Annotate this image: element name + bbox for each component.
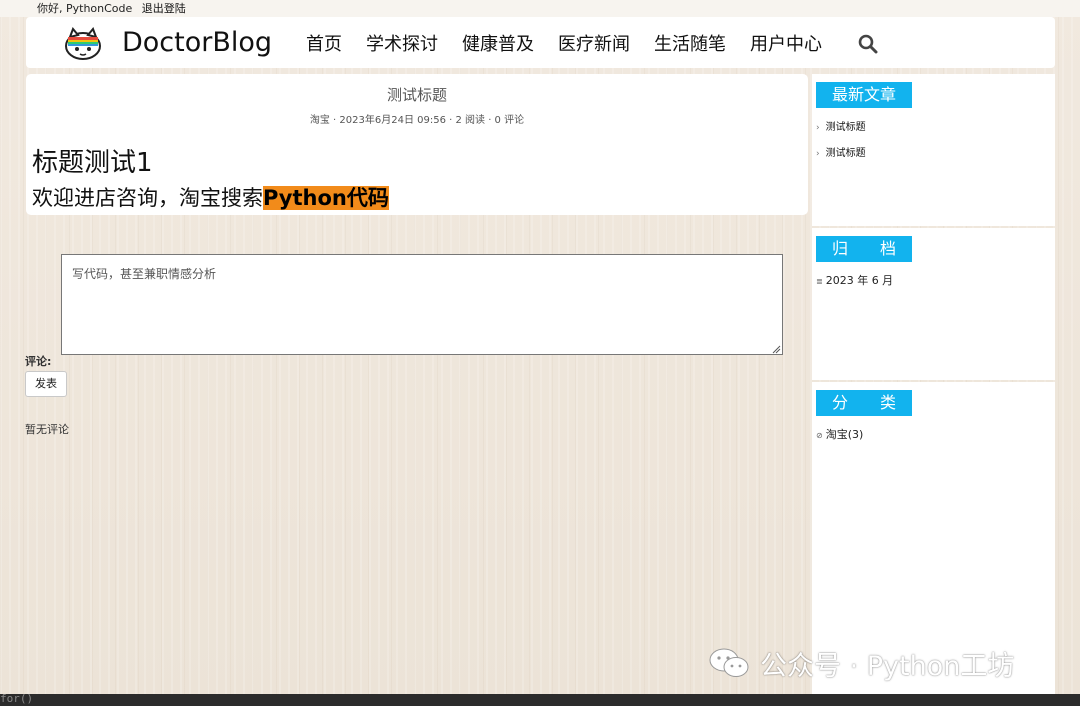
main-navbar: DoctorBlog 首页 学术探讨 健康普及 医疗新闻 生活随笔 用户中心 (26, 17, 1055, 68)
nav-item-news[interactable]: 医疗新闻 (558, 30, 630, 56)
archive-item[interactable]: ≣ 2023 年 6 月 (816, 272, 893, 288)
site-logo-icon[interactable] (64, 25, 102, 63)
nav-item-academic[interactable]: 学术探讨 (366, 30, 438, 56)
nav-item-home[interactable]: 首页 (306, 30, 342, 56)
article-meta: 淘宝 · 2023年6月24日 09:56 · 2 阅读 · 0 评论 (309, 115, 525, 126)
sidebar-category-title: 分 类 (816, 390, 912, 416)
sidebar-latest-title: 最新文章 (816, 82, 912, 108)
latest-article-label: 测试标题 (825, 148, 866, 159)
latest-article-item[interactable]: › 测试标题 (816, 144, 1046, 170)
watermark: 公众号 · Python工坊 (708, 645, 1015, 682)
resize-grip-icon[interactable] (771, 343, 781, 354)
category-item-label: 淘宝(3) (825, 428, 864, 441)
article-heading-1: 标题测试1 (32, 148, 153, 178)
top-user-bar: 你好, PythonCode 退出登陆 (0, 0, 1080, 17)
article-card: 测试标题 淘宝 · 2023年6月24日 09:56 · 2 阅读 · 0 评论… (26, 74, 808, 215)
category-item[interactable]: ⊘ 淘宝(3) (816, 426, 863, 442)
greeting-text: 你好, PythonCode (37, 2, 133, 15)
latest-article-item[interactable]: › 测试标题 (816, 118, 1046, 144)
nav-menu: 首页 学术探讨 健康普及 医疗新闻 生活随笔 用户中心 (306, 17, 846, 68)
nav-item-life[interactable]: 生活随笔 (654, 30, 726, 56)
article-title: 测试标题 (386, 86, 447, 104)
chevron-right-icon: › (816, 149, 820, 159)
nav-item-user-center[interactable]: 用户中心 (750, 30, 822, 56)
archive-icon: ≣ (816, 277, 823, 286)
latest-article-label: 测试标题 (825, 122, 866, 133)
category-icon: ⊘ (816, 431, 823, 440)
terminal-strip: for() (0, 692, 1080, 706)
sidebar-latest-panel: 最新文章 › 测试标题 › 测试标题 (812, 74, 1055, 226)
comment-textarea-value: 写代码，甚至兼职情感分析 (72, 267, 217, 281)
submit-comment-button[interactable]: 发表 (25, 371, 67, 397)
latest-article-list: › 测试标题 › 测试标题 (816, 118, 1046, 170)
no-comments-text: 暂无评论 (25, 423, 69, 436)
chevron-right-icon: › (816, 123, 820, 133)
comment-label: 评论: (25, 355, 52, 368)
watermark-text: 公众号 · Python工坊 (760, 650, 1015, 682)
nav-item-health[interactable]: 健康普及 (462, 30, 534, 56)
sidebar-archive-panel: 归 档 ≣ 2023 年 6 月 (812, 228, 1055, 380)
search-icon[interactable] (858, 34, 878, 54)
terminal-text: for() (0, 692, 34, 705)
archive-item-label: 2023 年 6 月 (825, 274, 894, 287)
wechat-icon (709, 648, 749, 677)
comment-textarea[interactable]: 写代码，甚至兼职情感分析 (61, 254, 783, 355)
logout-link[interactable]: 退出登陆 (142, 2, 186, 15)
heading-2-text: 欢迎进店咨询，淘宝搜索 (32, 186, 263, 210)
sidebar-archive-title: 归 档 (816, 236, 912, 262)
heading-2-highlight: Python代码 (263, 186, 389, 210)
brand-name[interactable]: DoctorBlog (122, 25, 272, 61)
article-heading-2: 欢迎进店咨询，淘宝搜索Python代码 (32, 182, 389, 212)
